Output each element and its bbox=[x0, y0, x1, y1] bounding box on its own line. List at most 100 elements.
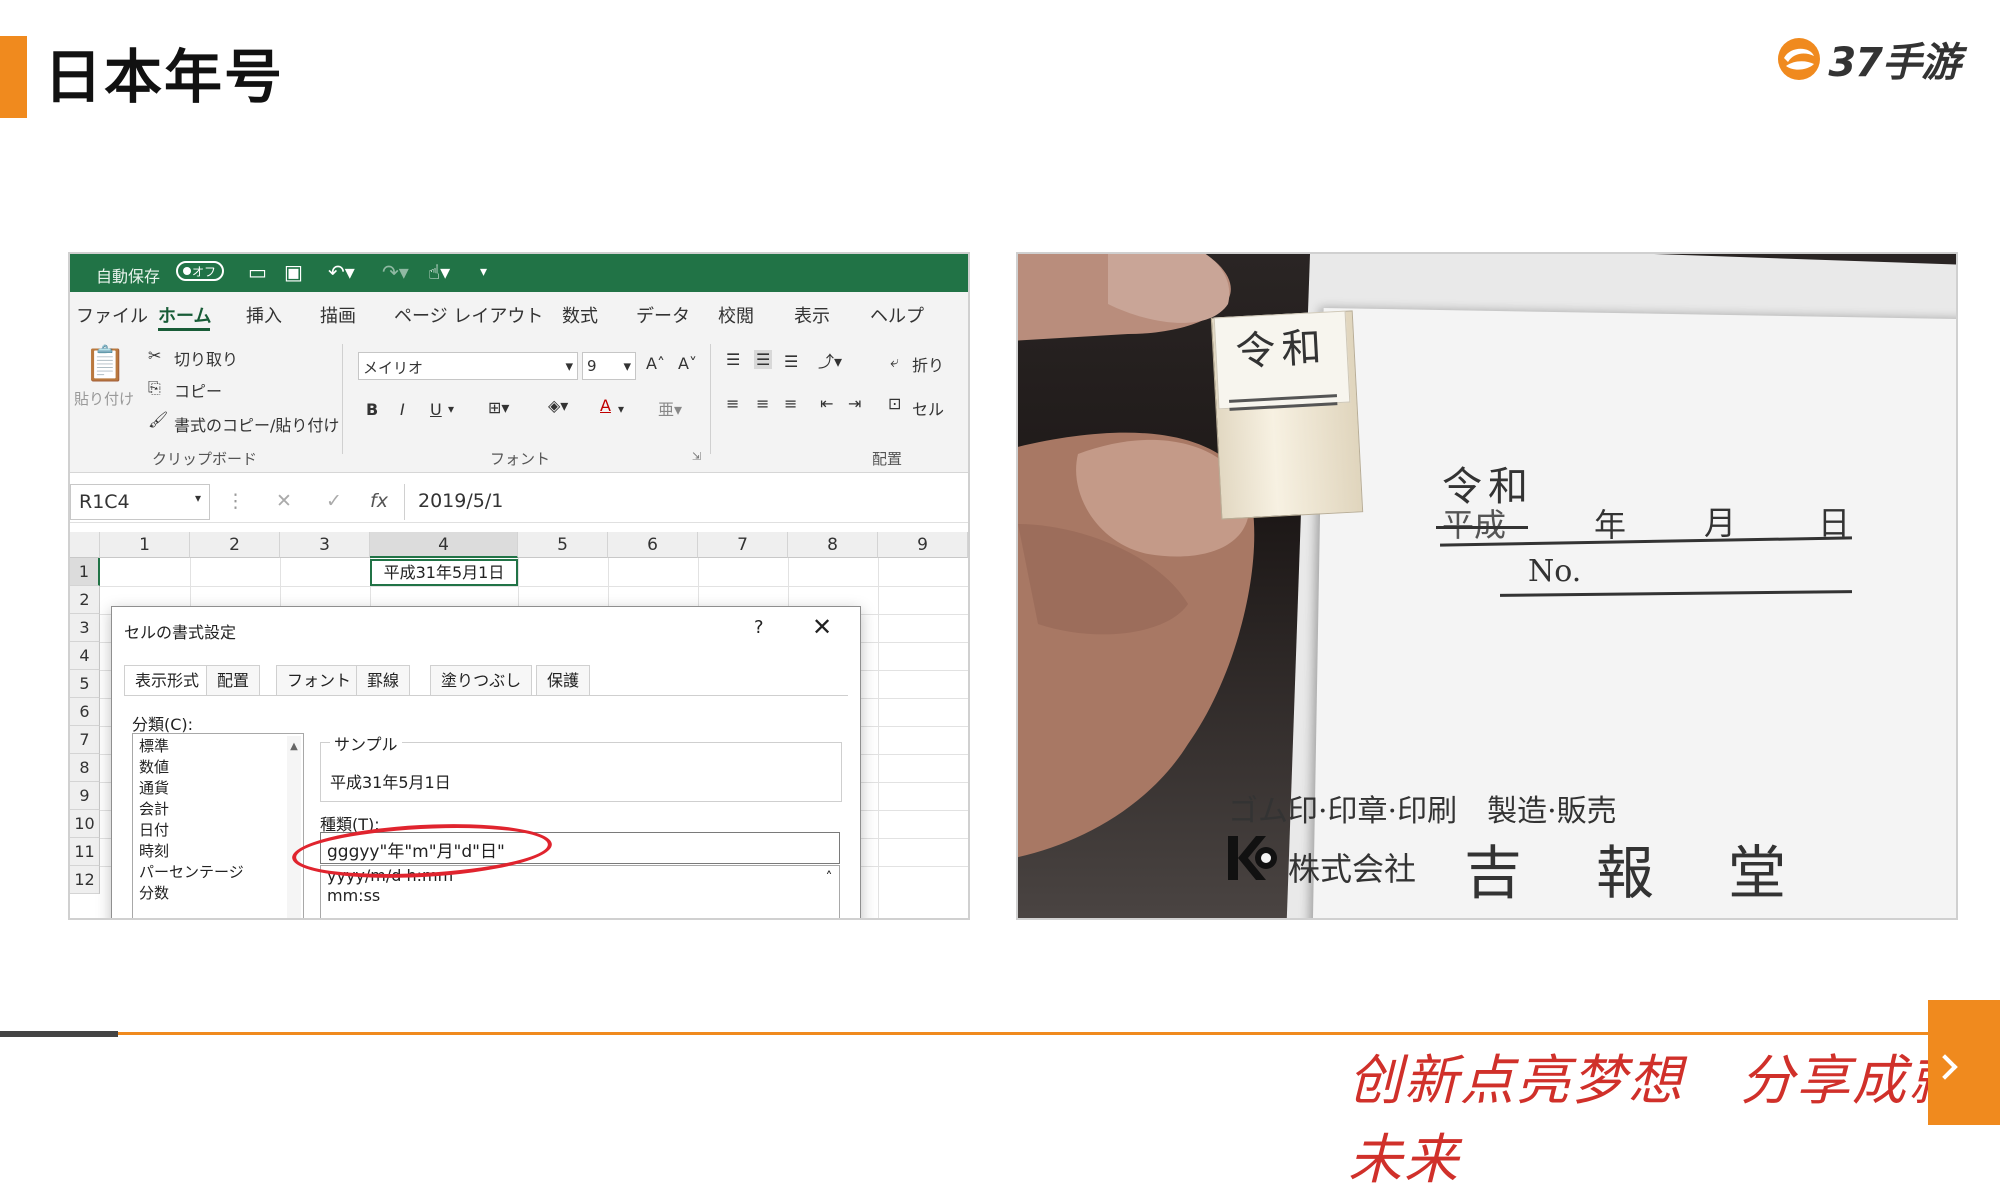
font-grow-button[interactable]: A˄ bbox=[646, 354, 665, 373]
tab-review[interactable]: 校閲 bbox=[718, 302, 754, 328]
chevron-down-icon[interactable]: ▾ bbox=[448, 402, 454, 416]
category-item[interactable]: パーセンテージ bbox=[139, 862, 297, 883]
tab-help[interactable]: ヘルプ bbox=[870, 302, 924, 328]
category-item[interactable]: 会計 bbox=[139, 799, 297, 820]
column-header[interactable]: 6 bbox=[608, 532, 698, 558]
dialog-tab-border[interactable]: 罫線 bbox=[356, 665, 411, 695]
increase-indent-icon[interactable]: ⇥ bbox=[848, 394, 861, 413]
category-item[interactable]: 日付 bbox=[139, 820, 297, 841]
cut-button[interactable]: 切り取り bbox=[174, 346, 238, 370]
row-header[interactable]: 5 bbox=[70, 670, 100, 698]
select-all-corner[interactable] bbox=[70, 532, 100, 558]
scroll-up-icon[interactable]: ▲ bbox=[287, 736, 301, 918]
wrap-text-icon[interactable]: ⤶ bbox=[890, 352, 899, 372]
active-cell[interactable]: 平成31年5月1日 bbox=[370, 559, 518, 586]
tab-data[interactable]: データ bbox=[636, 302, 690, 328]
fill-color-icon[interactable]: ◈▾ bbox=[548, 396, 568, 415]
tab-view[interactable]: 表示 bbox=[794, 302, 830, 328]
save-as-icon[interactable]: ▣ bbox=[284, 260, 303, 284]
align-left-icon[interactable]: ≡ bbox=[726, 394, 739, 413]
scroll-up-icon[interactable]: ˄ bbox=[821, 868, 837, 918]
dialog-tab-fill[interactable]: 塗りつぶし bbox=[430, 665, 533, 695]
row-header[interactable]: 11 bbox=[70, 838, 100, 866]
row-header[interactable]: 12 bbox=[70, 866, 100, 894]
tab-draw[interactable]: 描画 bbox=[320, 302, 356, 328]
row-header[interactable]: 7 bbox=[70, 726, 100, 754]
row-header-selected[interactable]: 1 bbox=[70, 558, 100, 586]
autosave-toggle[interactable]: オフ bbox=[176, 261, 224, 281]
italic-button[interactable]: I bbox=[400, 400, 405, 419]
cancel-icon[interactable]: ✕ bbox=[276, 490, 292, 512]
category-item[interactable]: 分数 bbox=[139, 883, 297, 904]
column-header[interactable]: 2 bbox=[190, 532, 280, 558]
paste-icon[interactable]: 📋 bbox=[84, 344, 126, 384]
merge-icon[interactable]: ⊡ bbox=[888, 394, 901, 413]
paste-button[interactable]: 貼り付け bbox=[74, 388, 134, 409]
customize-qat-icon[interactable]: ▾ bbox=[480, 264, 487, 280]
type-list-item[interactable]: mm:ss bbox=[327, 886, 833, 906]
align-middle-icon[interactable]: ☰ bbox=[754, 350, 773, 369]
align-right-icon[interactable]: ≡ bbox=[784, 394, 797, 413]
category-list[interactable]: 標準 数値 通貨 会計 日付 時刻 パーセンテージ 分数 ▲ bbox=[132, 733, 304, 918]
font-color-button[interactable]: A bbox=[600, 396, 611, 415]
enter-icon[interactable]: ✓ bbox=[326, 490, 342, 512]
tab-page-layout[interactable]: ページ レイアウト bbox=[394, 302, 543, 328]
decrease-indent-icon[interactable]: ⇤ bbox=[820, 394, 833, 413]
cut-icon[interactable]: ✂ bbox=[148, 346, 161, 365]
tab-formulas[interactable]: 数式 bbox=[562, 302, 598, 328]
format-painter-icon[interactable]: 🖌 bbox=[148, 410, 168, 429]
merge-button[interactable]: セル bbox=[912, 396, 944, 420]
chevron-down-icon[interactable]: ▾ bbox=[618, 402, 624, 416]
dialog-tab-protection[interactable]: 保護 bbox=[536, 665, 591, 695]
font-size-select[interactable]: 9 ▾ bbox=[582, 352, 636, 380]
tab-home[interactable]: ホーム bbox=[158, 302, 211, 328]
tab-insert[interactable]: 挿入 bbox=[246, 302, 282, 328]
column-header[interactable]: 7 bbox=[698, 532, 788, 558]
touch-mode-icon[interactable]: ☝▾ bbox=[428, 260, 450, 284]
redo-icon[interactable]: ↷▾ bbox=[382, 260, 409, 284]
column-header[interactable]: 8 bbox=[788, 532, 878, 558]
format-painter-button[interactable]: 書式のコピー/貼り付け bbox=[174, 412, 339, 436]
name-box[interactable]: R1C4 ▾ bbox=[70, 484, 210, 520]
align-center-icon[interactable]: ≡ bbox=[756, 394, 769, 413]
row-header[interactable]: 8 bbox=[70, 754, 100, 782]
undo-icon[interactable]: ↶▾ bbox=[328, 260, 355, 284]
category-item[interactable]: 標準 bbox=[139, 736, 297, 757]
align-top-icon[interactable]: ☰ bbox=[726, 350, 740, 369]
bold-button[interactable]: B bbox=[366, 400, 378, 419]
copy-icon[interactable]: ⎘ bbox=[148, 378, 161, 398]
column-header[interactable]: 9 bbox=[878, 532, 968, 558]
dialog-tab-font[interactable]: フォント bbox=[276, 665, 363, 695]
insert-function-icon[interactable]: fx bbox=[370, 490, 388, 512]
underline-button[interactable]: U bbox=[430, 400, 442, 419]
row-header[interactable]: 6 bbox=[70, 698, 100, 726]
row-header[interactable]: 4 bbox=[70, 642, 100, 670]
column-header[interactable]: 3 bbox=[280, 532, 370, 558]
align-bottom-icon[interactable]: ☰ bbox=[784, 352, 798, 371]
category-item[interactable]: 通貨 bbox=[139, 778, 297, 799]
orientation-icon[interactable]: ⤴▾ bbox=[818, 348, 842, 372]
wrap-text-button[interactable]: 折り bbox=[912, 352, 944, 376]
save-icon[interactable]: ▭ bbox=[248, 260, 267, 284]
row-header[interactable]: 2 bbox=[70, 586, 100, 614]
close-button[interactable]: ✕ bbox=[812, 613, 832, 641]
formula-input[interactable]: 2019/5/1 bbox=[418, 490, 503, 512]
row-header[interactable]: 10 bbox=[70, 810, 100, 838]
column-header-selected[interactable]: 4 bbox=[370, 532, 518, 558]
dialog-launcher-icon[interactable]: ⇲ bbox=[692, 450, 701, 463]
copy-button[interactable]: コピー bbox=[174, 378, 222, 402]
category-item[interactable]: 数値 bbox=[139, 757, 297, 778]
dialog-tab-alignment[interactable]: 配置 bbox=[206, 665, 261, 695]
font-shrink-button[interactable]: A˅ bbox=[678, 354, 697, 373]
borders-icon[interactable]: ⊞▾ bbox=[488, 398, 509, 417]
category-item[interactable]: 時刻 bbox=[139, 841, 297, 862]
column-header[interactable]: 5 bbox=[518, 532, 608, 558]
column-header[interactable]: 1 bbox=[100, 532, 190, 558]
dialog-tab-number[interactable]: 表示形式 bbox=[124, 665, 211, 695]
help-button[interactable]: ? bbox=[754, 617, 764, 638]
tab-file[interactable]: ファイル bbox=[76, 302, 148, 328]
row-header[interactable]: 3 bbox=[70, 614, 100, 642]
phonetic-icon[interactable]: 亜▾ bbox=[658, 396, 682, 420]
font-name-select[interactable]: メイリオ ▾ bbox=[358, 352, 578, 380]
row-header[interactable]: 9 bbox=[70, 782, 100, 810]
